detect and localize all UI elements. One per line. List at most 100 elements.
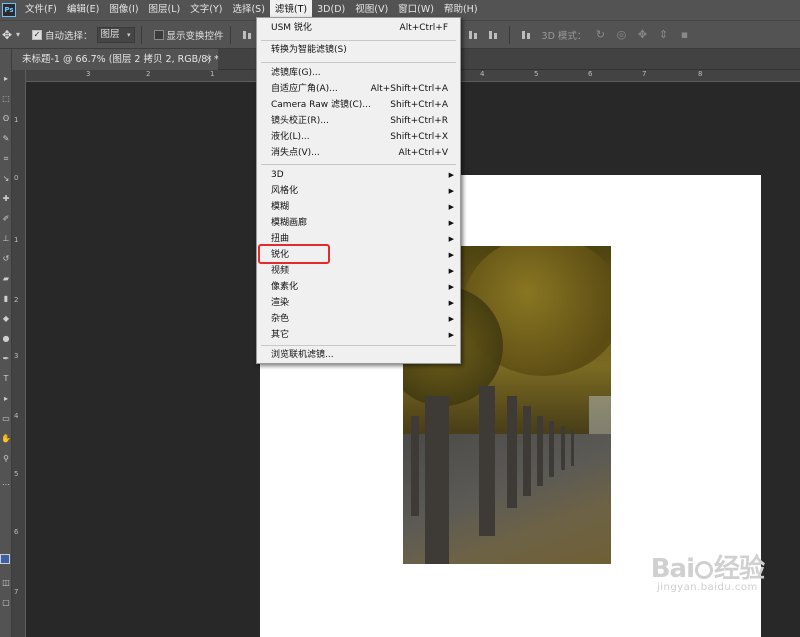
filter-menu-dropdown: USM 锐化 Alt+Ctrl+F 转换为智能滤镜(S) 滤镜库(G)... 自…: [256, 17, 461, 364]
auto-select-checkbox[interactable]: ✓: [32, 29, 43, 40]
foreground-color-swatch[interactable]: [0, 554, 10, 564]
tree-trunk: [411, 416, 419, 516]
menu-item-noise[interactable]: 杂色 ▶: [257, 311, 460, 327]
zoom-tool-icon[interactable]: ⚲: [1, 455, 11, 463]
quick-mask-icon[interactable]: ◫: [1, 579, 11, 587]
align-center-icon[interactable]: [467, 29, 479, 41]
eyedropper-tool-icon[interactable]: ↘: [1, 175, 11, 183]
menu-item-liquify[interactable]: 液化(L)... Shift+Ctrl+X: [257, 129, 460, 145]
tree-trunk: [537, 416, 543, 486]
menu-item-pixelate[interactable]: 像素化 ▶: [257, 279, 460, 295]
move-tool-icon[interactable]: ▸: [1, 75, 11, 83]
menu-item-stylize[interactable]: 风格化 ▶: [257, 183, 460, 199]
show-transform-label: 显示变换控件: [166, 30, 224, 42]
screen-mode-icon[interactable]: ▢: [1, 599, 11, 607]
gradient-tool-icon[interactable]: ▮: [1, 295, 11, 303]
menu-item-blur-gallery[interactable]: 模糊画廊 ▶: [257, 215, 460, 231]
menu-item-render[interactable]: 渲染 ▶: [257, 295, 460, 311]
auto-select-label: 自动选择：: [45, 30, 93, 42]
tree-trunk: [479, 386, 495, 536]
menu-item-filter-gallery[interactable]: 滤镜库(G)...: [257, 65, 460, 81]
submenu-arrow-icon: ▶: [448, 251, 454, 259]
brush-tool-icon[interactable]: ✐: [1, 215, 11, 223]
ruler-label: 1: [14, 116, 19, 124]
menu-item-3d[interactable]: 3D ▶: [257, 167, 460, 183]
menu-item-other[interactable]: 其它 ▶: [257, 327, 460, 343]
move-tool-icon[interactable]: ✥: [2, 28, 16, 42]
ruler-label: 7: [642, 70, 647, 78]
menu-edit[interactable]: 编辑(E): [62, 0, 104, 20]
clone-stamp-tool-icon[interactable]: ⊥: [1, 235, 11, 243]
ruler-label: 3: [14, 352, 19, 360]
history-brush-tool-icon[interactable]: ↺: [1, 255, 11, 263]
tree-trunk: [425, 396, 449, 564]
menu-item-vanishing-point[interactable]: 消失点(V)... Alt+Ctrl+V: [257, 145, 460, 161]
menu-layer[interactable]: 图层(L): [144, 0, 186, 20]
type-tool-icon[interactable]: T: [1, 375, 11, 383]
ruler-label: 8: [698, 70, 703, 78]
ruler-label: 4: [14, 412, 19, 420]
ruler-label: 6: [14, 528, 19, 536]
watermark-logo-left: Bai: [650, 554, 695, 584]
ruler-label: 5: [14, 470, 19, 478]
menu-item-usm-sharpen[interactable]: USM 锐化 Alt+Ctrl+F: [257, 20, 460, 36]
3d-scale-icon[interactable]: ▪: [677, 28, 691, 41]
menu-file[interactable]: 文件(F): [20, 0, 62, 20]
align-left-icon[interactable]: [241, 29, 253, 41]
watermark-logo: Bai 经验: [650, 548, 765, 585]
menu-item-label: 滤镜库(G)...: [271, 68, 321, 78]
menu-item-lens-correction[interactable]: 镜头校正(R)... Shift+Ctrl+R: [257, 113, 460, 129]
ruler-label: 2: [146, 70, 151, 78]
menu-item-video[interactable]: 视频 ▶: [257, 263, 460, 279]
quick-select-tool-icon[interactable]: ✎: [1, 135, 11, 143]
menu-item-shortcut: Alt+Shift+Ctrl+A: [370, 84, 448, 94]
auto-select-value: 图层: [100, 28, 120, 40]
auto-align-icon[interactable]: [520, 29, 532, 41]
menu-item-label: 风格化: [271, 186, 299, 196]
show-transform-checkbox[interactable]: [153, 29, 164, 40]
close-icon[interactable]: ×: [205, 49, 213, 70]
3d-mode-label: 3D 模式：: [541, 30, 587, 42]
blur-tool-icon[interactable]: ◆: [1, 315, 11, 323]
divider: [140, 25, 142, 44]
eraser-tool-icon[interactable]: ▰: [1, 275, 11, 283]
menu-item-label: 像素化: [271, 282, 299, 292]
3d-rotate-icon[interactable]: ↻: [593, 28, 607, 41]
photoshop-logo-icon[interactable]: Ps: [2, 3, 16, 17]
more-tools-icon[interactable]: …: [1, 479, 11, 487]
marquee-tool-icon[interactable]: ⬚: [1, 95, 11, 103]
chevron-down-icon[interactable]: ▾: [16, 30, 20, 39]
ruler-left[interactable]: 1 0 1 2 3 4 5 6 7: [12, 70, 26, 637]
document-tab[interactable]: 未标题-1 @ 66.7% (图层 2 拷贝 2, RGB/8) * ×: [12, 49, 219, 70]
healing-brush-tool-icon[interactable]: ✚: [1, 195, 11, 203]
submenu-arrow-icon: ▶: [448, 219, 454, 227]
lasso-tool-icon[interactable]: ʘ: [1, 115, 11, 123]
submenu-arrow-icon: ▶: [448, 331, 454, 339]
crop-tool-icon[interactable]: ⌗: [1, 155, 11, 163]
menu-item-label: 其它: [271, 330, 290, 340]
menu-item-label: 浏览联机滤镜...: [271, 350, 334, 360]
menu-item-camera-raw[interactable]: Camera Raw 滤镜(C)... Shift+Ctrl+A: [257, 97, 460, 113]
3d-slide-icon[interactable]: ⇕: [656, 28, 670, 41]
menu-item-blur[interactable]: 模糊 ▶: [257, 199, 460, 215]
pen-tool-icon[interactable]: ✒: [1, 355, 11, 363]
chevron-down-icon: ▾: [127, 30, 131, 39]
hand-tool-icon[interactable]: ✋: [1, 435, 11, 443]
menu-item-browse-online-filters[interactable]: 浏览联机滤镜...: [257, 347, 460, 363]
3d-roll-icon[interactable]: ◎: [614, 28, 628, 41]
tools-panel: ▸ ⬚ ʘ ✎ ⌗ ↘ ✚ ✐ ⊥ ↺ ▰ ▮ ◆ ● ✒ T ▸ ▭ ✋ ⚲ …: [0, 49, 12, 637]
dodge-tool-icon[interactable]: ●: [1, 335, 11, 343]
menu-item-convert-smart-filter[interactable]: 转换为智能滤镜(S): [257, 42, 460, 58]
document-tab-title: 未标题-1 @ 66.7% (图层 2 拷贝 2, RGB/8) *: [22, 54, 219, 65]
tree-trunk: [561, 426, 565, 470]
menu-image[interactable]: 图像(I): [104, 0, 143, 20]
menu-divider: [261, 40, 456, 41]
shape-tool-icon[interactable]: ▭: [1, 415, 11, 423]
distribute-icon[interactable]: [487, 29, 499, 41]
menu-type[interactable]: 文字(Y): [185, 0, 227, 20]
path-select-tool-icon[interactable]: ▸: [1, 395, 11, 403]
menu-item-adaptive-wide-angle[interactable]: 自适应广角(A)... Alt+Shift+Ctrl+A: [257, 81, 460, 97]
submenu-arrow-icon: ▶: [448, 203, 454, 211]
auto-select-dropdown[interactable]: 图层 ▾: [96, 26, 135, 43]
3d-pan-icon[interactable]: ✥: [635, 28, 649, 41]
